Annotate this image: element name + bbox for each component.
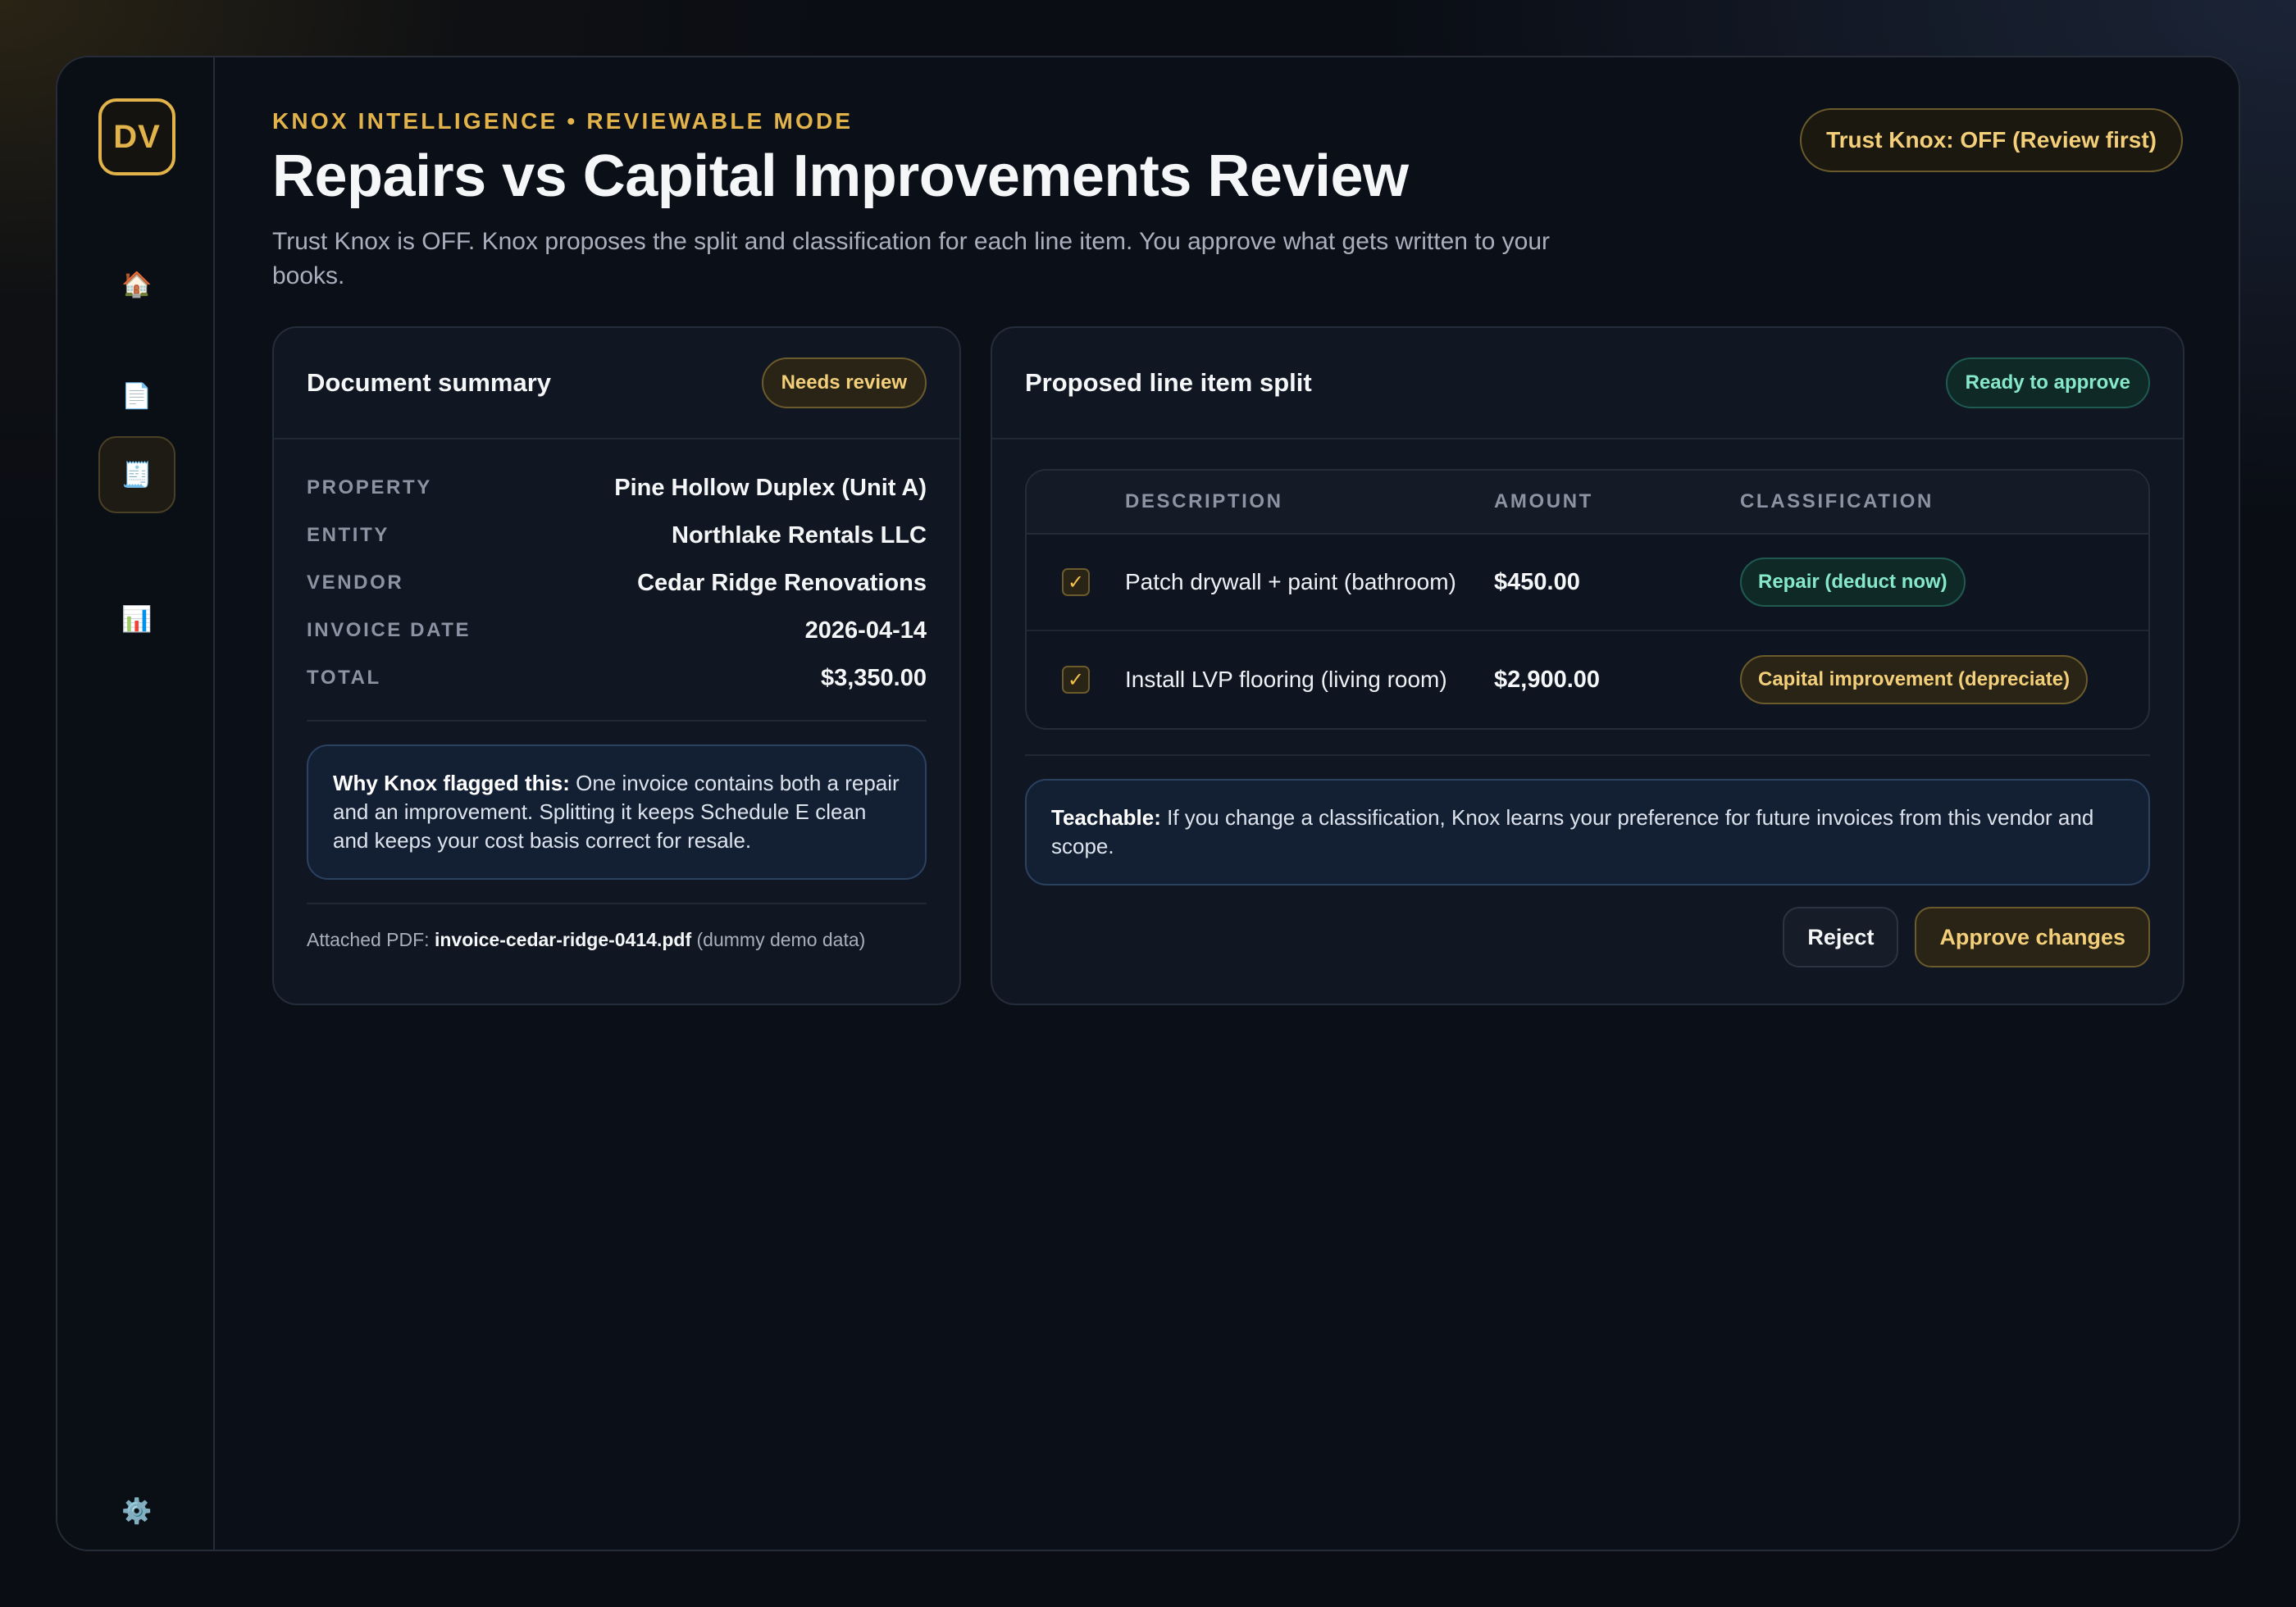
trust-knox-toggle[interactable]: Trust Knox: OFF (Review first)	[1800, 108, 2183, 172]
gear-icon: ⚙️	[121, 1497, 153, 1525]
card-header: Document summary Needs review	[274, 328, 959, 439]
page-subtitle: Trust Knox is OFF. Knox proposes the spl…	[272, 228, 1551, 289]
check-icon: ✓	[1067, 668, 1085, 691]
row-amount: $450.00	[1494, 568, 1580, 595]
column-header-amount: AMOUNT	[1494, 490, 1593, 512]
field-value: Northlake Rentals LLC	[672, 521, 927, 549]
field-label: ENTITY	[307, 524, 390, 546]
page-title: Repairs vs Capital Improvements Review	[272, 143, 1409, 209]
row-checkbox[interactable]: ✓	[1062, 568, 1090, 596]
attached-label: Attached PDF:	[307, 929, 435, 950]
card-header: Proposed line item split Ready to approv…	[992, 328, 2183, 439]
field-value: Pine Hollow Duplex (Unit A)	[614, 474, 927, 501]
attached-note: (dummy demo data)	[691, 929, 866, 950]
approve-changes-button[interactable]: Approve changes	[1915, 907, 2150, 967]
eyebrow-label: KNOX INTELLIGENCE • REVIEWABLE MODE	[272, 108, 854, 134]
nav-settings[interactable]: ⚙️	[98, 1473, 175, 1550]
field-label: TOTAL	[307, 667, 381, 689]
row-amount: $2,900.00	[1494, 666, 1601, 693]
field-row: VENDOR Cedar Ridge Renovations	[307, 559, 927, 607]
status-badge: Ready to approve	[1945, 357, 2150, 408]
home-icon: 🏠	[121, 271, 153, 298]
card-title: Proposed line item split	[1025, 368, 1312, 397]
line-items-table: DESCRIPTION AMOUNT CLASSIFICATION ✓ Patc…	[1025, 469, 2150, 730]
logo[interactable]: DV	[98, 98, 175, 175]
flag-label: Why Knox flagged this:	[333, 771, 570, 795]
field-label: PROPERTY	[307, 476, 432, 498]
field-label: INVOICE DATE	[307, 619, 472, 641]
nav-reports[interactable]: 📊	[98, 580, 175, 658]
classification-chip[interactable]: Capital improvement (depreciate)	[1740, 655, 2089, 704]
status-badge: Needs review	[761, 357, 927, 408]
action-bar: Reject Approve changes	[1783, 907, 2150, 967]
field-row: INVOICE DATE 2026-04-14	[307, 607, 927, 654]
table-header: DESCRIPTION AMOUNT CLASSIFICATION	[1027, 471, 2148, 535]
field-value: Cedar Ridge Renovations	[637, 569, 927, 596]
classification-chip[interactable]: Repair (deduct now)	[1740, 558, 1966, 607]
row-description: Install LVP flooring (living room)	[1125, 667, 1447, 692]
teachable-note: Teachable: If you change a classificatio…	[1025, 779, 2150, 885]
document-icon: 📄	[121, 382, 153, 410]
summary-fields: PROPERTY Pine Hollow Duplex (Unit A) ENT…	[274, 439, 959, 702]
column-header-classification: CLASSIFICATION	[1740, 490, 1934, 512]
divider	[307, 720, 927, 722]
app-window: DV 🏠 📄 🧾 📊 ⚙️ KNOX INTELLIGENCE • REVIEW…	[56, 56, 2240, 1551]
field-row: TOTAL $3,350.00	[307, 654, 927, 702]
field-value: $3,350.00	[820, 664, 927, 691]
reject-button[interactable]: Reject	[1783, 907, 1899, 967]
check-icon: ✓	[1067, 571, 1085, 594]
document-summary-card: Document summary Needs review PROPERTY P…	[272, 326, 961, 1005]
column-header-description: DESCRIPTION	[1125, 490, 1283, 512]
table-row: ✓ Patch drywall + paint (bathroom) $450.…	[1027, 535, 2148, 631]
bar-chart-icon: 📊	[121, 605, 153, 633]
field-row: PROPERTY Pine Hollow Duplex (Unit A)	[307, 464, 927, 512]
receipt-icon: 🧾	[121, 461, 153, 489]
line-item-split-card: Proposed line item split Ready to approv…	[991, 326, 2184, 1005]
field-label: VENDOR	[307, 571, 404, 594]
row-description: Patch drywall + paint (bathroom)	[1125, 569, 1456, 594]
nav-invoices[interactable]: 🧾	[98, 436, 175, 513]
teachable-label: Teachable:	[1051, 805, 1161, 830]
nav-documents[interactable]: 📄	[98, 357, 175, 435]
row-checkbox[interactable]: ✓	[1062, 666, 1090, 694]
teachable-text: If you change a classification, Knox lea…	[1051, 805, 2094, 858]
attached-pdf: Attached PDF: invoice-cedar-ridge-0414.p…	[307, 903, 927, 954]
flag-explanation: Why Knox flagged this: One invoice conta…	[307, 744, 927, 880]
main-content: KNOX INTELLIGENCE • REVIEWABLE MODE Repa…	[272, 57, 2239, 1550]
card-title: Document summary	[307, 368, 552, 397]
sidebar: DV 🏠 📄 🧾 📊 ⚙️	[57, 57, 215, 1550]
divider	[1025, 754, 2150, 756]
field-row: ENTITY Northlake Rentals LLC	[307, 512, 927, 559]
table-row: ✓ Install LVP flooring (living room) $2,…	[1027, 631, 2148, 728]
nav-home[interactable]: 🏠	[98, 246, 175, 323]
field-value: 2026-04-14	[804, 617, 927, 644]
attached-file-link[interactable]: invoice-cedar-ridge-0414.pdf	[435, 929, 691, 950]
